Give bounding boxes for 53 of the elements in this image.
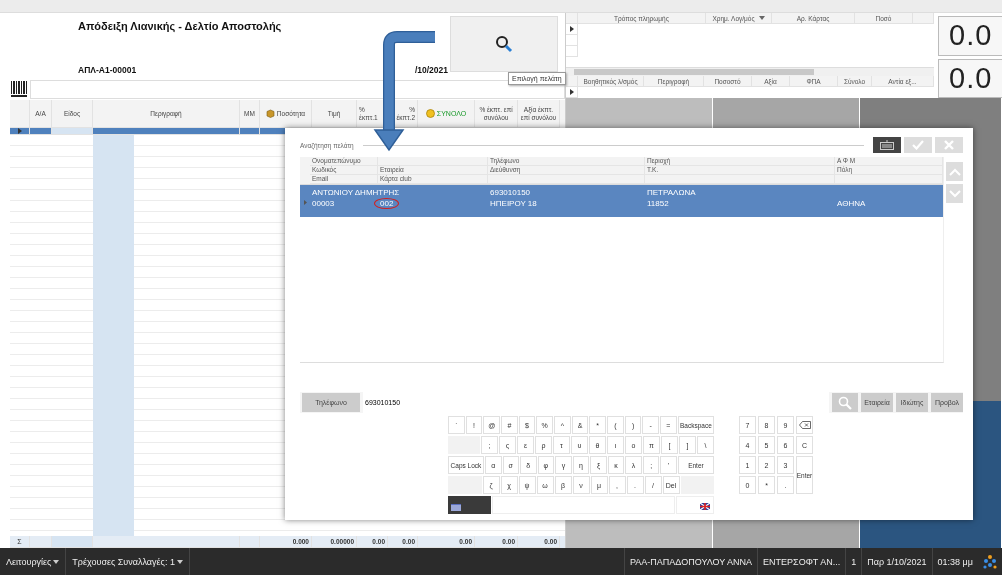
keyboard-icon (880, 140, 894, 151)
blank-key (448, 476, 482, 494)
scroll-up-button[interactable] (946, 162, 963, 182)
document-number: ΑΠΛ-Α1-00001 (78, 65, 137, 75)
status-item: 01:38 μμ (931, 548, 978, 575)
table-cell: 00003 (312, 199, 335, 209)
checkmark-icon (912, 140, 924, 151)
document-date: /10/2021 (414, 65, 448, 75)
box-icon (265, 109, 275, 118)
status-item: 1 (845, 548, 862, 575)
search-icon (838, 395, 852, 410)
table-cell: ΗΠΕΙΡΟΥ 18 (490, 199, 537, 209)
search-button[interactable] (832, 393, 858, 412)
row-pointer-icon (569, 26, 574, 32)
row-pointer-icon (17, 128, 22, 134)
flag-icon (700, 503, 710, 510)
dropdown-caret-icon (758, 16, 765, 20)
table-cell: ΑΘΗΝΑ (837, 199, 866, 209)
table-cell: ΑΝΤΩΝΙΟΥ ΔΗΜΗΤΡΗΣ (312, 188, 400, 198)
amount-display: 0.0 (938, 58, 1002, 98)
close-icon (944, 140, 954, 151)
table-cell: ΠΕΤΡΑΛΩΝΑ (647, 188, 696, 198)
language-key[interactable] (448, 496, 491, 514)
chevron-down-icon (948, 189, 961, 198)
status-item: ΕΝΤΕΡΣΟΦΤ ΑΝ... (757, 548, 846, 575)
barcode-icon (10, 80, 28, 98)
blank-key (680, 476, 714, 494)
status-menu[interactable]: Τρέχουσες Συναλλαγές: 1 (66, 548, 190, 575)
keyboard-button[interactable] (873, 137, 901, 154)
status-menu[interactable]: Λειτουργίες (0, 548, 67, 575)
row-pointer-icon (569, 89, 574, 95)
caret-icon (53, 559, 60, 564)
keypad-key[interactable] (796, 416, 813, 434)
language-key[interactable] (676, 496, 714, 514)
customer-search-button[interactable] (450, 16, 558, 72)
status-item: Παρ 1/10/2021 (861, 548, 932, 575)
table-cell: 11852 (647, 199, 669, 209)
search-icon (495, 35, 513, 53)
document-title: Απόδειξη Λιανικής - Δελτίο Αποστολής (78, 20, 283, 32)
table-cell: 693010150 (490, 188, 531, 198)
table-row[interactable]: ΑΝΤΩΝΙΟΥ ΔΗΜΗΤΡΗΣ 00003 002 693010150 ΗΠΕΙΡΟΥ 18 ΠΕΤΡΑΛΩΝΑ 11852 ΑΘΗΝΑ (300, 185, 943, 218)
table-cell (52, 536, 93, 548)
amount-display: 0.0 (938, 16, 1002, 56)
caret-icon (176, 559, 183, 564)
flag-icon (451, 504, 461, 511)
scroll-down-button[interactable] (946, 184, 963, 204)
backspace-icon (798, 421, 811, 429)
blank-key (448, 436, 480, 454)
status-item: ΡΑΑ-ΠΑΠΑΔΟΠΟΥΛΟΥ ΑΝΝΑ (624, 548, 758, 575)
row-pointer-icon (303, 199, 307, 205)
horizontal-scrollbar[interactable] (566, 67, 934, 76)
coin-icon (425, 109, 435, 118)
chevron-up-icon (948, 167, 961, 176)
